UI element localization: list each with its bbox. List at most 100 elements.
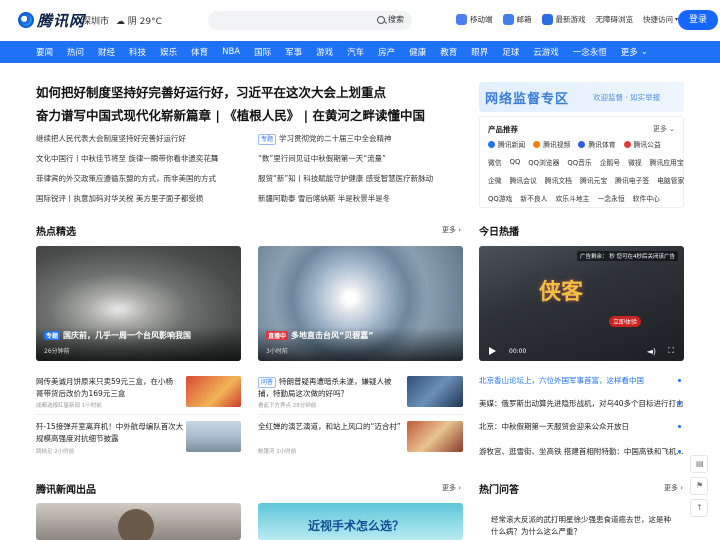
headline-2[interactable]: 奋力谱写中国式现代化崭新篇章 | 《植根人民》 | 在黄河之畔读懂中国 xyxy=(36,105,425,124)
login-button[interactable]: 登录 xyxy=(678,10,718,30)
news-list-left: 继续把人民代表大会制度坚持好完善好运行好 文化中国行丨中秋佳节将至 旋律一瞬带你… xyxy=(36,132,218,212)
product-item[interactable]: 企鹅号 xyxy=(600,157,620,167)
news-link[interactable]: 服贸“新”知丨科技赋能守护健康 感受智慧医疗新脉动 xyxy=(258,172,433,192)
nav-item[interactable]: 房产 xyxy=(378,46,395,58)
report-button[interactable]: ⚑ xyxy=(690,477,708,495)
hot-list-item[interactable]: 北京：中秋假期第一天服贸会迎来公众开放日 xyxy=(479,421,684,432)
product-item[interactable]: 腾讯应用宝 xyxy=(650,157,684,167)
nav-item[interactable]: 一念永恒 xyxy=(573,46,607,58)
news-link[interactable]: 国际锐评丨执意加码对华关税 美方里子面子都受损 xyxy=(36,192,218,212)
news-item-text[interactable]: 问答 特朗普疑再遭暗杀未遂，嫌疑人被捕，特勤局这次做的好吗？ xyxy=(258,376,403,400)
product-item[interactable]: 腾讯会议 xyxy=(510,175,537,185)
nav-item[interactable]: 军事 xyxy=(285,46,302,58)
product-item[interactable]: 欢乐斗地主 xyxy=(555,193,589,203)
search-button[interactable]: 搜索 xyxy=(377,14,404,25)
news-link[interactable]: 继续把人民代表大会制度坚持好完善好运行好 xyxy=(36,132,218,152)
nav-item[interactable]: 娱乐 xyxy=(160,46,177,58)
nav-item[interactable]: NBA xyxy=(222,47,240,57)
hot-list-item[interactable]: 美媒：俄罗斯出动算先进隐形战机，对乌40多个目标进行打击 xyxy=(479,398,684,409)
product-item[interactable]: 腾讯文档 xyxy=(545,175,572,185)
nav-item[interactable]: 科技 xyxy=(129,46,146,58)
header-link-games[interactable]: 最新游戏 xyxy=(541,14,586,25)
product-item[interactable]: 企微 xyxy=(488,175,502,185)
volume-icon[interactable]: ◄) xyxy=(647,347,656,356)
typhoon-card-image[interactable]: 专题 国庆前，几乎一周一个台风影响我国 26分钟前 xyxy=(36,246,241,361)
news-link[interactable]: 菲律宾的外交政策应遵循东盟的方式，而非美国的方式 xyxy=(36,172,218,192)
nav-item[interactable]: 体育 xyxy=(191,46,208,58)
video-player[interactable]: 广告剩余： 秒 您可在4秒后关闭该广告 侠客 立即体验 00:00 ◄) ⛶ xyxy=(479,246,684,361)
news-item-text[interactable]: 网传美诚月饼原来只卖59元三盒，在小杨哥带货后改价为169元三盒 xyxy=(36,376,176,400)
header-link-quick-access[interactable]: 快捷访问 ▾ xyxy=(643,14,678,25)
header-link-mobile[interactable]: 移动端 xyxy=(456,14,493,25)
product-item[interactable]: 微信 xyxy=(488,157,502,167)
product-item[interactable]: 腾讯新闻 xyxy=(488,139,525,149)
headline-1[interactable]: 如何把好制度坚持好完善好运行好，习近平在这次大会上划重点 xyxy=(36,82,386,101)
nav-item[interactable]: 汽车 xyxy=(347,46,364,58)
product-item[interactable]: 微视 xyxy=(628,157,642,167)
product-item[interactable]: 腾讯元宝 xyxy=(580,175,607,185)
nav-item[interactable]: 健康 xyxy=(409,46,426,58)
product-item[interactable]: QQ浏览器 xyxy=(528,157,559,167)
back-to-top-button[interactable]: ↑ xyxy=(690,499,708,517)
news-item-text[interactable]: 歼-15接弹开室离弃机！中外航母编队首次大规模高强度对抗细节披露 xyxy=(36,421,186,445)
news-thumb[interactable] xyxy=(186,376,241,407)
news-item-text[interactable]: 全红婵的演艺演道，和站上风口的“迈合村” xyxy=(258,421,403,433)
product-item[interactable]: QQ音乐 xyxy=(567,157,591,167)
news-thumb[interactable] xyxy=(407,376,463,407)
header-link-accessibility[interactable]: 无障碍浏览 xyxy=(596,14,634,25)
nav-item[interactable]: 财经 xyxy=(98,46,115,58)
nav-item[interactable]: 云游戏 xyxy=(533,46,559,58)
tencent-news-icon xyxy=(488,140,495,148)
image-title: 近视手术怎么选？ xyxy=(308,519,405,533)
more-link[interactable]: 更多 ⌄ xyxy=(653,124,675,134)
product-item[interactable]: QQ游戏 xyxy=(488,193,512,203)
product-item[interactable]: 电脑管家 xyxy=(657,175,684,185)
fullscreen-icon[interactable]: ⛶ xyxy=(668,346,674,356)
product-item[interactable]: 一念永恒 xyxy=(597,193,624,203)
top-header: 腾讯网 深圳市 ☁ 阴 29°C 搜索 移动端 邮箱 最新游戏 无障碍浏览 快捷… xyxy=(0,0,720,40)
news-link[interactable]: 新疆阿勒泰 雪后喀纳斯 半是秋景半是冬 xyxy=(258,192,433,212)
nav-item[interactable]: 足球 xyxy=(502,46,519,58)
product-item[interactable]: 腾讯体育 xyxy=(578,139,616,149)
product-item[interactable]: 腾讯公益 xyxy=(623,139,661,149)
typhoon-live-card-image[interactable]: 直播中 多地直击台风“贝碧嘉” 3小时前 xyxy=(258,246,463,361)
news-thumb[interactable] xyxy=(407,421,463,452)
more-label: 更多 xyxy=(664,484,678,492)
more-label: 更多 xyxy=(442,226,456,234)
nav-item[interactable]: 眼界 xyxy=(471,46,488,58)
tencent-logo[interactable]: 腾讯网 xyxy=(18,10,85,30)
banner-title: 网络监督专区 xyxy=(485,92,570,107)
nav-item[interactable]: 要闻 xyxy=(36,46,53,58)
location-weather[interactable]: 深圳市 ☁ 阴 29°C xyxy=(82,14,162,27)
nav-item[interactable]: 国际 xyxy=(254,46,271,58)
nav-item[interactable]: 游戏 xyxy=(316,46,333,58)
news-link[interactable]: 文化中国行丨中秋佳节将至 旋律一瞬带你看非遗奕花舞 xyxy=(36,152,218,172)
live-tag: 直播中 xyxy=(266,331,289,340)
hot-picks-more-link[interactable]: 更多 › xyxy=(442,225,461,235)
product-item[interactable]: 新不良人 xyxy=(520,193,547,203)
tencent-charity-icon xyxy=(623,140,631,148)
experience-button[interactable]: 立即体验 xyxy=(609,316,642,327)
nav-item[interactable]: 热问 xyxy=(67,46,84,58)
product-item[interactable]: 软件中心 xyxy=(633,193,660,203)
hot-list-item[interactable]: 北京香山论坛上，六位外国军事首富，这样看中国 xyxy=(479,375,684,386)
news-thumb[interactable] xyxy=(186,421,241,452)
news-link[interactable]: “数”里行间见证中秋假期第一天“流量” xyxy=(258,152,433,172)
search-input[interactable]: 搜索 xyxy=(208,11,412,30)
section-title-hot-picks: 热点精选 xyxy=(36,227,76,238)
qa-more-link[interactable]: 更多 › xyxy=(664,483,683,493)
qa-item[interactable]: 经常滚大反派的武打明星徐少强患食道癌去世，这是种什么病？为什么这么严重？ xyxy=(491,514,671,538)
feedback-button[interactable]: ▤ xyxy=(690,455,708,473)
product-news-image[interactable] xyxy=(36,503,241,540)
product-item[interactable]: QQ xyxy=(510,157,521,167)
nav-item[interactable]: 教育 xyxy=(440,46,457,58)
myopia-surgery-image[interactable]: 近视手术怎么选？ xyxy=(258,503,463,540)
hot-list-item[interactable]: 游牧宫、逛雪街、坐高铁 搭建首相附特勤：中国高铁和飞机... xyxy=(479,446,684,457)
supervision-banner[interactable]: 网络监督专区 欢迎监督 · 如实举报 xyxy=(479,82,684,112)
product-item[interactable]: 腾讯电子签 xyxy=(615,175,649,185)
news-link[interactable]: 专题 学习贯彻党的二十届三中全会精神 xyxy=(258,132,433,152)
nav-item[interactable]: 更多 xyxy=(621,46,638,58)
product-item[interactable]: 腾讯视频 xyxy=(533,139,570,149)
header-link-mail[interactable]: 邮箱 xyxy=(502,14,532,25)
product-news-more-link[interactable]: 更多 › xyxy=(442,483,461,493)
